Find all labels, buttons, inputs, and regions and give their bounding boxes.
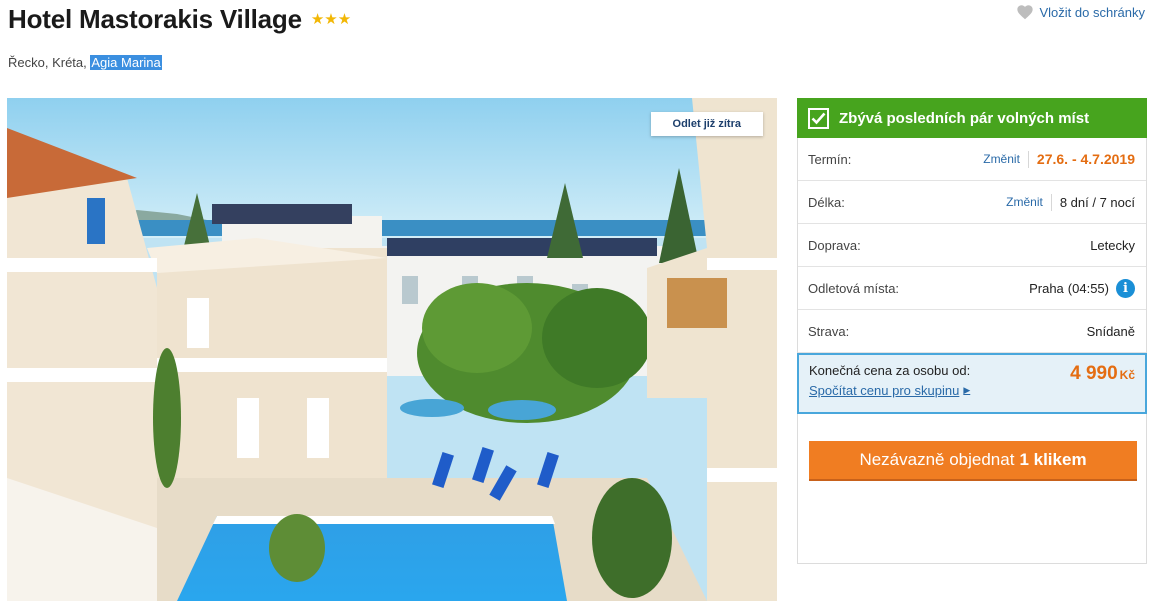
location-path: Řecko, Kréta, bbox=[8, 55, 91, 70]
booking-panel: Zbývá posledních pár volných míst Termín… bbox=[797, 98, 1147, 564]
order-button-bold: 1 klikem bbox=[1019, 450, 1087, 469]
price-currency: Kč bbox=[1119, 368, 1135, 382]
location-breadcrumb: Řecko, Kréta, Agia Marina bbox=[8, 55, 162, 70]
term-value: 27.6. - 4.7.2019 bbox=[1036, 151, 1135, 167]
availability-banner: Zbývá posledních pár volných míst bbox=[797, 98, 1147, 138]
hotel-photo-illustration bbox=[7, 98, 777, 601]
info-row-transport: Doprava: Letecky bbox=[798, 224, 1146, 267]
divider bbox=[1027, 150, 1029, 168]
info-row-departure: Odletová místa: Praha (04:55) i bbox=[798, 267, 1146, 310]
term-label: Termín: bbox=[808, 151, 852, 167]
departure-city: Praha bbox=[1029, 280, 1064, 296]
price-amount: 4 990 bbox=[1070, 363, 1118, 384]
group-price-link[interactable]: Spočítat cenu pro skupinu ▶ bbox=[809, 383, 970, 398]
departure-time: (04:55) bbox=[1067, 280, 1109, 296]
group-price-label: Spočítat cenu pro skupinu bbox=[809, 383, 960, 398]
location-highlight[interactable]: Agia Marina bbox=[90, 55, 162, 70]
hotel-photo[interactable]: Odlet již zítra bbox=[7, 98, 777, 601]
hotel-header: Hotel Mastorakis Village ★★★ bbox=[8, 4, 351, 35]
order-button[interactable]: Nezávazně objednat 1 klikem bbox=[809, 441, 1137, 481]
save-to-clipboard-link[interactable]: Vložit do schránky bbox=[1016, 4, 1146, 20]
order-area: Nezávazně objednat 1 klikem bbox=[797, 414, 1147, 564]
info-row-length: Délka: Změnit 8 dní / 7 nocí bbox=[798, 181, 1146, 224]
info-row-meals: Strava: Snídaně bbox=[798, 310, 1146, 353]
availability-text: Zbývá posledních pár volných míst bbox=[839, 109, 1090, 127]
trip-details: Termín: Změnit 27.6. - 4.7.2019 Délka: Z… bbox=[797, 138, 1147, 353]
price-box: Konečná cena za osobu od: 4 990 Kč Spočít… bbox=[797, 353, 1147, 414]
change-term-link[interactable]: Změnit bbox=[983, 152, 1020, 166]
transport-value: Letecky bbox=[1090, 237, 1135, 253]
info-row-term: Termín: Změnit 27.6. - 4.7.2019 bbox=[798, 138, 1146, 181]
checkbox-check-icon bbox=[808, 107, 829, 129]
save-link-label: Vložit do schránky bbox=[1039, 4, 1146, 20]
meals-label: Strava: bbox=[808, 323, 850, 339]
caret-right-icon: ▶ bbox=[963, 385, 971, 395]
order-button-prefix: Nezávazně objednat bbox=[859, 450, 1015, 469]
price-value: 4 990 Kč bbox=[1070, 363, 1135, 385]
meals-value: Snídaně bbox=[1086, 323, 1135, 339]
departure-badge: Odlet již zítra bbox=[650, 112, 763, 136]
heart-icon bbox=[1016, 5, 1033, 20]
departure-label: Odletová místa: bbox=[808, 280, 900, 296]
transport-label: Doprava: bbox=[808, 237, 861, 253]
info-icon[interactable]: i bbox=[1116, 278, 1135, 298]
hotel-title: Hotel Mastorakis Village bbox=[8, 4, 302, 34]
length-value: 8 dní / 7 nocí bbox=[1059, 194, 1135, 210]
length-label: Délka: bbox=[808, 194, 845, 210]
change-length-link[interactable]: Změnit bbox=[1006, 195, 1043, 209]
star-rating: ★★★ bbox=[310, 10, 352, 28]
divider bbox=[1050, 193, 1052, 211]
